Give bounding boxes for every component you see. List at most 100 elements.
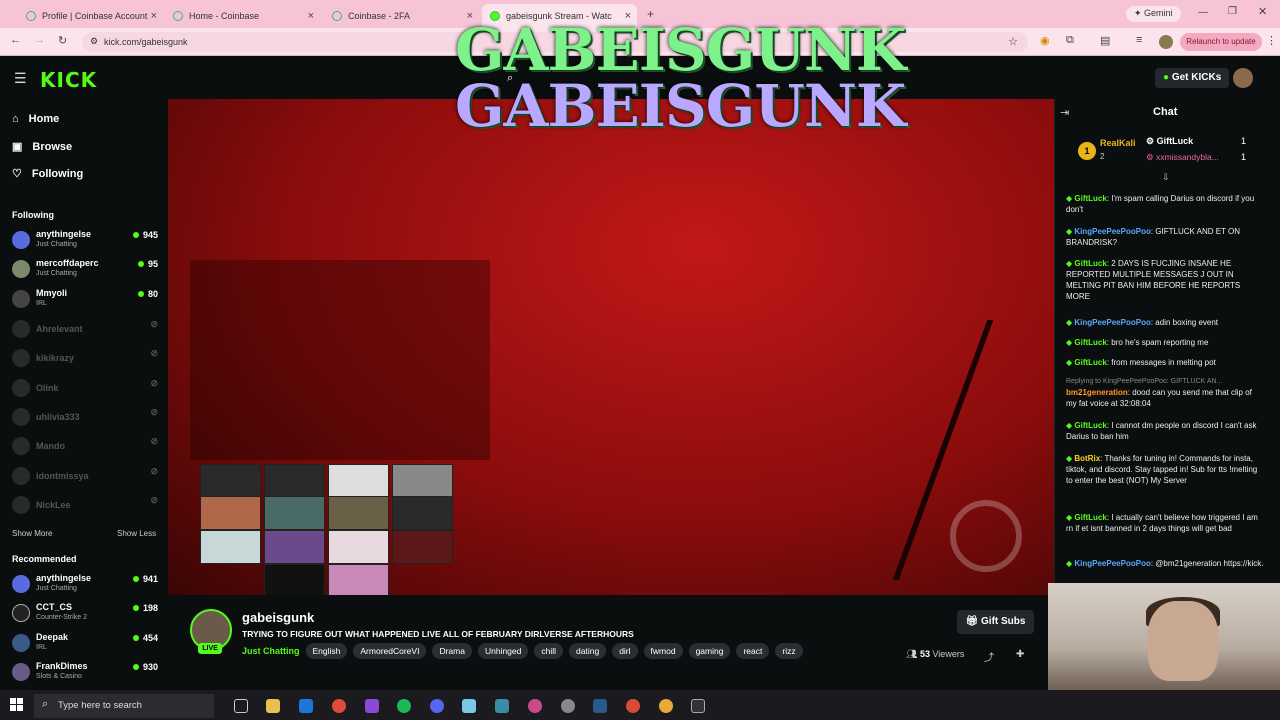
chat-reply-message: Replying to KingPeePeePooPoo: GIFTLUCK A… xyxy=(1066,376,1264,409)
outlook-icon[interactable] xyxy=(299,699,313,713)
chat-message: ◆ KingPeePeePooPoo: GIFTLUCK AND ET ON B… xyxy=(1066,227,1241,247)
windows-start-icon[interactable] xyxy=(10,698,24,712)
avatar xyxy=(12,379,30,397)
notifications-off-icon: ⊘ xyxy=(150,495,158,505)
tag[interactable]: rizz xyxy=(775,643,803,659)
show-less-button[interactable]: Show Less xyxy=(117,529,156,538)
category-link[interactable]: Just Chatting xyxy=(242,646,300,656)
minimize-icon[interactable]: — xyxy=(1198,7,1208,18)
gifter-name[interactable]: ⚙ GiftLuck xyxy=(1146,136,1193,147)
streamer-name[interactable]: gabeisgunk xyxy=(242,610,314,625)
tag[interactable]: ArmoredCoreVI xyxy=(353,643,427,659)
following-channel-offline[interactable]: Mando ⊘ xyxy=(12,433,160,461)
chrome-profile-icon[interactable] xyxy=(528,699,542,713)
chat-message: ◆ KingPeePeePooPoo: adin boxing event xyxy=(1066,318,1219,327)
extensions-icon[interactable]: ⧉ xyxy=(1066,34,1074,47)
following-channel-offline[interactable]: uhlivia333 ⊘ xyxy=(12,404,160,432)
gift-leaderboard: 1 RealKali 2 ⚙ GiftLuck 1 ⚙ xxmissandybl… xyxy=(1066,132,1266,182)
nav-home[interactable]: ⌂ Home xyxy=(12,113,59,125)
browser-menu-icon[interactable]: ⋮ xyxy=(1266,34,1277,47)
back-icon[interactable]: ← xyxy=(10,34,21,46)
avatar xyxy=(12,467,30,485)
spotify-icon[interactable] xyxy=(397,699,411,713)
recommended-channel[interactable]: anythingelse Just Chatting 941 xyxy=(12,571,160,599)
following-channel-offline[interactable]: Ahrelevant ⊘ xyxy=(12,316,160,344)
following-channel[interactable]: anythingelse Just Chatting 945 xyxy=(12,227,160,255)
live-badge: LIVE xyxy=(198,643,222,654)
window-close-icon[interactable]: ✕ xyxy=(1258,5,1267,18)
following-channel-offline[interactable]: idontmissya ⊘ xyxy=(12,463,160,491)
following-channel[interactable]: Mmyoli IRL 80 xyxy=(12,286,160,314)
tag[interactable]: chill xyxy=(534,643,564,659)
obs-icon[interactable] xyxy=(561,699,575,713)
relaunch-button[interactable]: Relaunch to update xyxy=(1180,33,1262,51)
gemini-button[interactable]: ✦ Gemini xyxy=(1126,6,1181,22)
avatar xyxy=(12,604,30,622)
rss-icon[interactable]: ◉ xyxy=(1040,34,1050,47)
tag[interactable]: Unhinged xyxy=(477,643,529,659)
tab-close-icon[interactable]: × xyxy=(151,10,157,22)
gift-subs-button[interactable]: 🎁︎ Gift Subs xyxy=(957,610,1034,634)
reload-icon[interactable]: ↻ xyxy=(58,34,67,47)
tag[interactable]: fwmod xyxy=(643,643,683,659)
profile-avatar[interactable] xyxy=(1159,35,1173,49)
tag[interactable]: dating xyxy=(569,643,607,659)
file-explorer-icon[interactable] xyxy=(266,699,280,713)
kick-logo[interactable]: KICK xyxy=(40,68,97,92)
steam-icon[interactable] xyxy=(593,699,607,713)
tag[interactable]: Drama xyxy=(432,643,472,659)
app-icon[interactable] xyxy=(495,699,509,713)
share-icon[interactable]: ⤴ xyxy=(984,649,994,664)
chrome-icon[interactable] xyxy=(332,699,346,713)
nav-following[interactable]: ♡ Following xyxy=(12,167,83,181)
gifter-count: 1 xyxy=(1241,152,1247,162)
terminal-icon[interactable] xyxy=(691,699,705,713)
bookmark-star-icon[interactable]: ☆ xyxy=(1008,35,1018,48)
taskbar-search-input[interactable]: ⌕ Type here to search xyxy=(34,694,214,718)
tag[interactable]: dirl xyxy=(612,643,638,659)
nav-browse[interactable]: ▣ Browse xyxy=(12,140,72,154)
following-channel-offline[interactable]: Olink ⊘ xyxy=(12,375,160,403)
notepad-icon[interactable] xyxy=(462,699,476,713)
hamburger-menu-icon[interactable]: ☰ xyxy=(14,70,27,87)
chat-message: ◆ GiftLuck: I actually can't believe how… xyxy=(1066,513,1258,533)
twitch-icon[interactable] xyxy=(365,699,379,713)
site-info-icon[interactable]: ⚙ xyxy=(90,36,98,47)
avatar xyxy=(12,437,30,455)
recommended-heading: Recommended xyxy=(12,554,77,564)
gifter-name[interactable]: ⚙ xxmissandybla... xyxy=(1146,152,1219,163)
reply-context[interactable]: Replying to KingPeePeePooPoo: GIFTLUCK A… xyxy=(1066,376,1264,387)
sidepanel-icon[interactable]: ▤ xyxy=(1100,34,1110,47)
task-view-icon[interactable] xyxy=(234,699,248,713)
collapse-chat-icon[interactable]: ⇥ xyxy=(1060,106,1069,119)
browser-tab[interactable]: Profile | Coinbase Account × xyxy=(18,4,163,28)
tab-close-icon[interactable]: × xyxy=(308,10,314,22)
discord-icon[interactable] xyxy=(430,699,444,713)
tag[interactable]: react xyxy=(736,643,770,659)
chrome-icon[interactable] xyxy=(626,699,640,713)
chrome-canary-icon[interactable] xyxy=(659,699,673,713)
grid-cell xyxy=(200,464,261,498)
tag[interactable]: English xyxy=(305,643,348,659)
forward-icon[interactable]: → xyxy=(34,34,45,46)
user-avatar[interactable] xyxy=(1233,68,1253,88)
follow-icon[interactable]: ✚ xyxy=(1016,649,1024,660)
following-channel-offline[interactable]: NickLee ⊘ xyxy=(12,492,160,520)
expand-leaderboard-icon[interactable]: ⇩ xyxy=(1162,172,1170,183)
browser-tab[interactable]: Home - Coinbase × xyxy=(165,4,320,28)
following-channel[interactable]: mercoffdaperc Just Chatting 95 xyxy=(12,256,160,284)
recommended-channel[interactable]: CCT_CS Counter-Strike 2 198 xyxy=(12,600,160,628)
home-icon: ⌂ xyxy=(12,113,19,125)
tag[interactable]: gaming xyxy=(688,643,731,659)
show-more-button[interactable]: Show More xyxy=(12,529,52,538)
grid-cell xyxy=(200,530,261,564)
recommended-channel[interactable]: FrankDimes Slots & Casino 930 xyxy=(12,659,160,687)
recommended-channel[interactable]: Deepak IRL 454 xyxy=(12,630,160,658)
grid-cell xyxy=(328,530,389,564)
restore-icon[interactable]: ❐ xyxy=(1228,6,1237,17)
following-channel-offline[interactable]: kikikrazy ⊘ xyxy=(12,345,160,373)
reading-list-icon[interactable]: ≡ xyxy=(1136,34,1142,46)
notifications-off-icon: ⊘ xyxy=(150,319,158,329)
get-kicks-button[interactable]: ● Get KICKs xyxy=(1155,68,1230,88)
top-gifter-name[interactable]: RealKali xyxy=(1100,138,1136,148)
